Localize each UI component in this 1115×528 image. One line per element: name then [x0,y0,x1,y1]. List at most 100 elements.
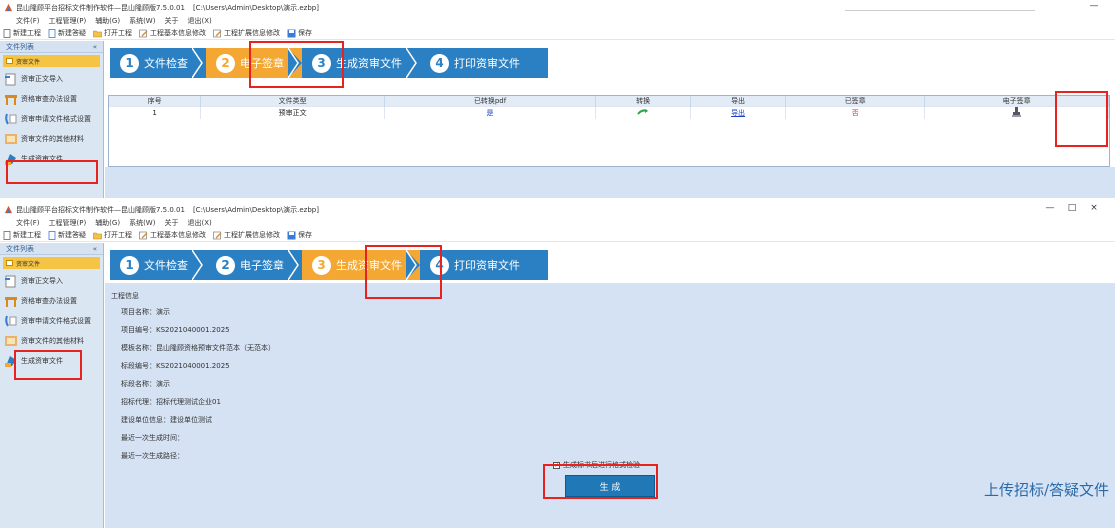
highlight-sidebar-generate [14,350,82,380]
sidebar-item-other[interactable]: 资审文件的其他材料 [0,331,103,351]
info-section-no: 标段编号：KS2021040001.2025 [121,362,230,370]
edit-icon [139,29,148,37]
step-arrow-icon [192,48,203,78]
sidebar-item-review-method[interactable]: 资格审查办法设置 [0,89,103,109]
e-seal-icon[interactable] [1012,107,1022,117]
step-arrow-icon [192,250,203,280]
step-1[interactable]: 1 文件检查 [110,48,206,78]
menu-aux[interactable]: 辅助(G) [95,218,120,228]
import-doc-icon [5,275,16,288]
col-export[interactable]: 导出 [690,96,787,107]
col-convert[interactable]: 转换 [595,96,692,107]
new-project-button[interactable]: 新建工程 [3,230,41,240]
info-section-name: 标段名称：演示 [121,380,170,388]
menu-about[interactable]: 关于 [164,218,178,228]
col-signed[interactable]: 已签章 [785,96,926,107]
sidebar-item-import[interactable]: 资审正文导入 [0,271,103,291]
highlight-esign-column [1055,91,1108,147]
convert-icon[interactable] [637,108,649,116]
sidebar-group-active[interactable]: 资审文件 [3,55,100,67]
app-window-bottom: 昆山隆顾平台招标文件制作软件—昆山隆顾版7.5.0.01 [C:\Users\A… [0,202,1115,528]
info-last-time: 最近一次生成时间： [121,434,184,442]
menu-bar: 文件(F) 工程管理(P) 辅助(G) 系统(W) 关于 退出(X) [0,217,1115,229]
new-project-button[interactable]: 新建工程 [3,28,41,38]
app-title: 昆山隆顾平台招标文件制作软件—昆山隆顾版7.5.0.01 [16,3,185,12]
maximize-button[interactable]: □ [1061,203,1083,213]
minimize-button[interactable]: — [1083,1,1105,11]
file-table: 序号 文件类型 已转换pdf 转换 导出 已签章 电子签章 1 预审正文 是 导… [108,95,1110,167]
sidebar-item-other[interactable]: 资审文件的其他材料 [0,129,103,149]
sidebar-group-active[interactable]: 资审文件 [3,257,100,269]
edit-ext-info-button[interactable]: 工程扩展信息修改 [213,28,280,38]
save-button[interactable]: 保存 [287,230,312,240]
materials-icon [5,336,17,346]
toolbar: 新建工程 新建答疑 打开工程 工程基本信息修改 工程扩展信息修改 保存 [0,229,1115,242]
minimize-button[interactable]: — [1039,203,1061,213]
folder-icon [6,58,13,64]
new-qa-button[interactable]: 新建答疑 [48,230,86,240]
title-bar: 昆山隆顾平台招标文件制作软件—昆山隆顾版7.5.0.01 [C:\Users\A… [0,202,1115,217]
step-arrow-icon [288,250,299,280]
highlight-step-3 [365,245,442,299]
edit-ext-info-button[interactable]: 工程扩展信息修改 [213,230,280,240]
format-icon [5,113,17,125]
upload-tender-link[interactable]: 上传招标/答疑文件 [984,479,1109,500]
step-4[interactable]: 4 打印资审文件 [420,48,538,78]
open-project-button[interactable]: 打开工程 [93,230,132,240]
info-header: 工程信息 [111,292,139,300]
menu-file[interactable]: 文件(F) [16,16,40,26]
info-project-no: 项目编号：KS2021040001.2025 [121,326,230,334]
edit-basic-info-button[interactable]: 工程基本信息修改 [139,28,206,38]
edit-basic-info-button[interactable]: 工程基本信息修改 [139,230,206,240]
collapse-sidebar-icon[interactable]: « [93,245,97,253]
file-path: [C:\Users\Admin\Desktop\演示.ezbp] [192,205,319,214]
title-search-field[interactable] [845,3,1035,11]
step-1[interactable]: 1 文件检查 [110,250,206,280]
format-icon [5,315,17,327]
highlight-step-2 [249,41,344,88]
app-logo-icon [4,3,13,12]
step-2[interactable]: 2 电子签章 [206,250,302,280]
info-agent: 招标代理：招标代理测试企业01 [121,398,221,406]
open-folder-icon [93,30,102,37]
info-last-path: 最近一次生成路径： [121,452,184,460]
col-no[interactable]: 序号 [109,96,202,107]
app-window-top: 昆山隆顾平台招标文件制作软件—昆山隆顾版7.5.0.01 [C:\Users\A… [0,0,1115,198]
collapse-sidebar-icon[interactable]: « [93,43,97,51]
menu-aux[interactable]: 辅助(G) [95,16,120,26]
sidebar-item-review-method[interactable]: 资格审查办法设置 [0,291,103,311]
project-info: 工程信息 项目名称：演示 项目编号：KS2021040001.2025 模板名称… [111,289,275,465]
sidebar-item-format[interactable]: 资审申请文件格式设置 [0,311,103,331]
save-button[interactable]: 保存 [287,28,312,38]
menu-project[interactable]: 工程管理(P) [49,218,87,228]
table-row[interactable]: 1 预审正文 是 导出 否 [109,106,1109,119]
open-project-button[interactable]: 打开工程 [93,28,132,38]
new-qa-button[interactable]: 新建答疑 [48,28,86,38]
import-doc-icon [5,73,16,86]
save-icon [287,231,296,239]
col-pdf[interactable]: 已转换pdf [384,96,597,107]
app-title: 昆山隆顾平台招标文件制作软件—昆山隆顾版7.5.0.01 [16,205,185,214]
menu-system[interactable]: 系统(W) [129,16,155,26]
app-logo-icon [4,205,13,214]
menu-system[interactable]: 系统(W) [129,218,155,228]
sidebar-item-import[interactable]: 资审正文导入 [0,69,103,89]
menu-file[interactable]: 文件(F) [16,218,40,228]
sidebar-item-format[interactable]: 资审申请文件格式设置 [0,109,103,129]
col-type[interactable]: 文件类型 [200,96,385,107]
sidebar-header: 文件列表 « [0,41,103,53]
highlight-generate-button [543,464,658,499]
menu-project[interactable]: 工程管理(P) [49,16,87,26]
export-link[interactable]: 导出 [690,106,787,119]
folder-icon [6,260,13,266]
open-folder-icon [93,232,102,239]
new-file-icon [3,230,11,240]
edit-ext-icon [213,29,222,37]
menu-bar: 文件(F) 工程管理(P) 辅助(G) 系统(W) 关于 退出(X) [0,15,1115,27]
toolbar: 新建工程 新建答疑 打开工程 工程基本信息修改 工程扩展信息修改 保存 [0,27,1115,40]
highlight-sidebar-generate [6,160,98,184]
close-button[interactable]: × [1083,203,1105,213]
menu-about[interactable]: 关于 [164,16,178,26]
menu-exit[interactable]: 退出(X) [187,16,211,26]
menu-exit[interactable]: 退出(X) [187,218,211,228]
